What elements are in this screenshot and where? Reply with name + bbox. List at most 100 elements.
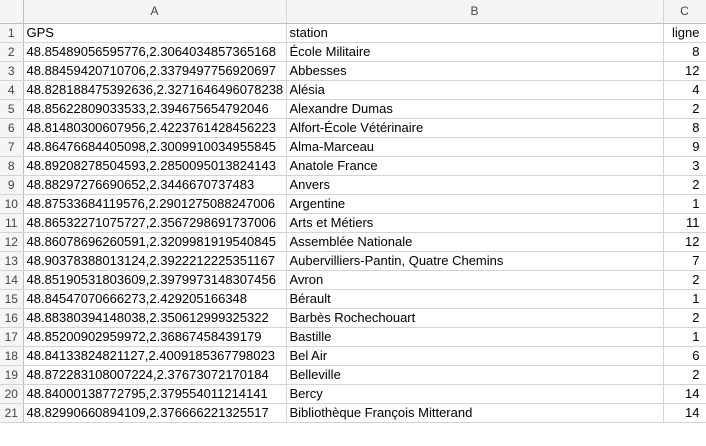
cell-station[interactable]: Barbès Rochechouart <box>286 308 664 328</box>
cell-gps[interactable]: 48.86532271075727,2.3567298691737006 <box>23 213 287 233</box>
cell-station[interactable]: Bel Air <box>286 346 664 366</box>
cell-ligne[interactable]: 14 <box>663 403 706 423</box>
cell-gps[interactable]: 48.85190531803609,2.3979973148307456 <box>23 270 287 290</box>
cell-ligne[interactable]: 2 <box>663 175 706 195</box>
row-header[interactable]: 20 <box>0 384 24 404</box>
table-row: 14 48.85190531803609,2.3979973148307456 Av… <box>0 270 706 290</box>
cell-station[interactable]: Alexandre Dumas <box>286 99 664 119</box>
cell-ligne[interactable]: 6 <box>663 346 706 366</box>
row-header[interactable]: 10 <box>0 194 24 214</box>
table-row: 3 48.88459420710706,2.3379497756920697 Abb… <box>0 61 706 81</box>
cell-gps[interactable]: 48.85622809033533,2.394675654792046 <box>23 99 287 119</box>
cell-station[interactable]: Alma-Marceau <box>286 137 664 157</box>
cell-gps[interactable]: 48.89208278504593,2.2850095013824143 <box>23 156 287 176</box>
cell-ligne[interactable]: 9 <box>663 137 706 157</box>
table-row: 2 48.85489056595776,2.3064034857365168 Éco… <box>0 42 706 62</box>
row-header[interactable]: 12 <box>0 232 24 252</box>
cell-ligne[interactable]: 11 <box>663 213 706 233</box>
cell-gps[interactable]: 48.82990660894109,2.376666221325517 <box>23 403 287 423</box>
cell-ligne[interactable]: 12 <box>663 61 706 81</box>
cell-station[interactable]: Anatole France <box>286 156 664 176</box>
cell-gps[interactable]: 48.84000138772795,2.379554011214141 <box>23 384 287 404</box>
row-header[interactable]: 4 <box>0 80 24 100</box>
cell-ligne[interactable]: 7 <box>663 251 706 271</box>
row-header[interactable]: 5 <box>0 99 24 119</box>
cell-ligne[interactable]: 2 <box>663 365 706 385</box>
cell-station[interactable]: Alésia <box>286 80 664 100</box>
cell-gps[interactable]: GPS <box>23 23 287 43</box>
cell-station[interactable]: Avron <box>286 270 664 290</box>
cell-gps[interactable]: 48.85489056595776,2.3064034857365168 <box>23 42 287 62</box>
cell-ligne[interactable]: 8 <box>663 118 706 138</box>
cell-gps[interactable]: 48.81480300607956,2.4223761428456223 <box>23 118 287 138</box>
table-row: 13 48.90378388013124,2.3922212225351167 Au… <box>0 251 706 271</box>
cell-gps[interactable]: 48.85200902959972,2.36867458439179 <box>23 327 287 347</box>
cell-gps[interactable]: 48.87533684119576,2.2901275088247006 <box>23 194 287 214</box>
table-row: 1 GPS station ligne <box>0 23 706 43</box>
cell-gps[interactable]: 48.88380394148038,2.350612999325322 <box>23 308 287 328</box>
cell-ligne[interactable]: 2 <box>663 308 706 328</box>
cell-gps[interactable]: 48.90378388013124,2.3922212225351167 <box>23 251 287 271</box>
cell-station[interactable]: Bibliothèque François Mitterand <box>286 403 664 423</box>
cell-ligne[interactable]: 2 <box>663 270 706 290</box>
table-row: 5 48.85622809033533,2.394675654792046 Alex… <box>0 99 706 119</box>
row-header[interactable]: 17 <box>0 327 24 347</box>
table-row: 9 48.88297276690652,2.3446670737483 Anvers… <box>0 175 706 195</box>
cell-gps[interactable]: 48.86476684405098,2.3009910034955845 <box>23 137 287 157</box>
table-row: 6 48.81480300607956,2.4223761428456223 Alf… <box>0 118 706 138</box>
table-row: 16 48.88380394148038,2.350612999325322 Bar… <box>0 308 706 328</box>
cell-ligne[interactable]: 4 <box>663 80 706 100</box>
row-header[interactable]: 13 <box>0 251 24 271</box>
row-header[interactable]: 1 <box>0 23 24 43</box>
cell-ligne[interactable]: 8 <box>663 42 706 62</box>
cell-gps[interactable]: 48.86078696260591,2.3209981919540845 <box>23 232 287 252</box>
row-header[interactable]: 3 <box>0 61 24 81</box>
cell-gps[interactable]: 48.88297276690652,2.3446670737483 <box>23 175 287 195</box>
cell-station[interactable]: Assemblée Nationale <box>286 232 664 252</box>
cell-station[interactable]: Belleville <box>286 365 664 385</box>
row-header[interactable]: 18 <box>0 346 24 366</box>
cell-station[interactable]: Abbesses <box>286 61 664 81</box>
cell-gps[interactable]: 48.84133824821127,2.4009185367798023 <box>23 346 287 366</box>
cell-station[interactable]: École Militaire <box>286 42 664 62</box>
cell-station[interactable]: Argentine <box>286 194 664 214</box>
table-row: 19 48.872283108007224,2.37673072170184 Bel… <box>0 365 706 385</box>
cell-station[interactable]: Bastille <box>286 327 664 347</box>
cell-gps[interactable]: 48.872283108007224,2.37673072170184 <box>23 365 287 385</box>
cell-ligne[interactable]: ligne <box>663 23 706 43</box>
row-header[interactable]: 2 <box>0 42 24 62</box>
row-header[interactable]: 6 <box>0 118 24 138</box>
cell-ligne[interactable]: 1 <box>663 194 706 214</box>
cell-station[interactable]: Anvers <box>286 175 664 195</box>
row-header[interactable]: 19 <box>0 365 24 385</box>
row-header[interactable]: 15 <box>0 289 24 309</box>
cell-station[interactable]: station <box>286 23 664 43</box>
cell-ligne[interactable]: 1 <box>663 289 706 309</box>
column-header-b[interactable]: B <box>286 0 664 24</box>
row-header[interactable]: 7 <box>0 137 24 157</box>
cell-ligne[interactable]: 14 <box>663 384 706 404</box>
row-header[interactable]: 16 <box>0 308 24 328</box>
row-header[interactable]: 9 <box>0 175 24 195</box>
cell-gps[interactable]: 48.88459420710706,2.3379497756920697 <box>23 61 287 81</box>
table-row: 18 48.84133824821127,2.4009185367798023 Be… <box>0 346 706 366</box>
cell-station[interactable]: Arts et Métiers <box>286 213 664 233</box>
cell-station[interactable]: Bercy <box>286 384 664 404</box>
row-header[interactable]: 14 <box>0 270 24 290</box>
cell-station[interactable]: Alfort-École Vétérinaire <box>286 118 664 138</box>
row-header[interactable]: 21 <box>0 403 24 423</box>
cell-ligne[interactable]: 12 <box>663 232 706 252</box>
column-header-c[interactable]: C <box>663 0 706 24</box>
cell-station[interactable]: Aubervilliers-Pantin, Quatre Chemins <box>286 251 664 271</box>
select-all-corner[interactable] <box>0 0 24 24</box>
spreadsheet-grid: A B C 1 GPS station ligne 2 48.85489056595776… <box>0 0 706 423</box>
cell-ligne[interactable]: 2 <box>663 99 706 119</box>
cell-gps[interactable]: 48.84547070666273,2.429205166348 <box>23 289 287 309</box>
cell-station[interactable]: Bérault <box>286 289 664 309</box>
row-header[interactable]: 8 <box>0 156 24 176</box>
cell-ligne[interactable]: 3 <box>663 156 706 176</box>
row-header[interactable]: 11 <box>0 213 24 233</box>
cell-gps[interactable]: 48.828188475392636,2.3271646496078238 <box>23 80 287 100</box>
column-header-a[interactable]: A <box>23 0 287 24</box>
cell-ligne[interactable]: 1 <box>663 327 706 347</box>
